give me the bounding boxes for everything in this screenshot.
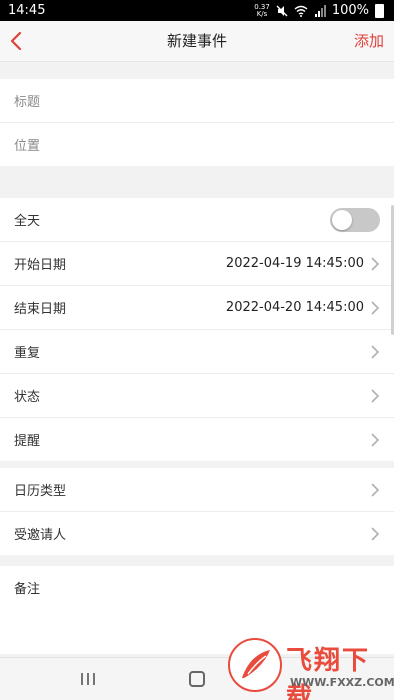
chevron-right-icon bbox=[371, 300, 380, 315]
status-label: 状态 bbox=[14, 390, 41, 405]
schedule-group: 全天 开始日期 2022-04-19 14:45:00 结束日期 2022-04… bbox=[0, 198, 394, 461]
title-field[interactable]: 标题 bbox=[0, 79, 394, 123]
start-date-value: 2022-04-19 14:45:00 bbox=[225, 256, 364, 271]
end-date-row[interactable]: 结束日期 2022-04-20 14:45:00 bbox=[0, 286, 394, 330]
add-button[interactable]: 添加 bbox=[354, 21, 384, 61]
home-icon[interactable] bbox=[189, 671, 205, 687]
chevron-right-icon bbox=[371, 344, 380, 359]
chevron-right-icon bbox=[371, 526, 380, 541]
watermark: 飞翔下载 WWW.FXXZ.COM bbox=[228, 634, 394, 700]
repeat-label: 重复 bbox=[14, 346, 41, 361]
chevron-right-icon bbox=[371, 256, 380, 271]
start-date-label: 开始日期 bbox=[14, 258, 67, 273]
status-time: 14:45 bbox=[8, 3, 46, 18]
nav-bar: 新建事件 添加 bbox=[0, 21, 394, 62]
watermark-text: 飞翔下载 bbox=[286, 646, 371, 700]
status-icons: 0.37 K/s 100% bbox=[254, 3, 384, 18]
page-title: 新建事件 bbox=[166, 32, 227, 50]
start-date-row[interactable]: 开始日期 2022-04-19 14:45:00 bbox=[0, 242, 394, 286]
invitees-row[interactable]: 受邀请人 bbox=[0, 512, 394, 555]
location-placeholder: 位置 bbox=[14, 139, 41, 154]
all-day-row: 全天 bbox=[0, 198, 394, 242]
chevron-right-icon bbox=[371, 432, 380, 447]
calendar-type-label: 日历类型 bbox=[14, 484, 67, 499]
repeat-row[interactable]: 重复 bbox=[0, 330, 394, 374]
new-event-screen: 14:45 0.37 K/s 100% 新建事件 添加 标题 位置 全天 开始日… bbox=[0, 0, 394, 700]
end-date-value: 2022-04-20 14:45:00 bbox=[225, 300, 364, 315]
all-day-label: 全天 bbox=[14, 214, 41, 229]
notes-label: 备注 bbox=[14, 582, 41, 597]
basic-info-group: 标题 位置 bbox=[0, 79, 394, 166]
mute-icon bbox=[276, 5, 288, 16]
recent-apps-icon[interactable] bbox=[79, 672, 97, 686]
status-bar: 14:45 0.37 K/s 100% bbox=[0, 0, 394, 21]
reminder-row[interactable]: 提醒 bbox=[0, 418, 394, 461]
signal-icon bbox=[314, 4, 326, 17]
chevron-right-icon bbox=[371, 482, 380, 497]
title-placeholder: 标题 bbox=[14, 95, 41, 110]
extra-group: 日历类型 受邀请人 bbox=[0, 468, 394, 555]
network-speed-unit: K/s bbox=[256, 9, 268, 18]
all-day-toggle[interactable] bbox=[330, 207, 380, 232]
battery-icon bbox=[375, 3, 384, 18]
watermark-logo-icon bbox=[228, 638, 282, 692]
battery-percent: 100% bbox=[331, 3, 369, 18]
location-field[interactable]: 位置 bbox=[0, 123, 394, 166]
toggle-knob bbox=[332, 209, 352, 230]
watermark-url: WWW.FXXZ.COM bbox=[290, 676, 394, 689]
end-date-label: 结束日期 bbox=[14, 302, 67, 317]
network-speed: 0.37 K/s bbox=[254, 3, 270, 18]
chevron-right-icon bbox=[371, 388, 380, 403]
reminder-label: 提醒 bbox=[14, 434, 41, 449]
status-row[interactable]: 状态 bbox=[0, 374, 394, 418]
wifi-icon bbox=[294, 5, 308, 17]
invitees-label: 受邀请人 bbox=[14, 528, 67, 543]
calendar-type-row[interactable]: 日历类型 bbox=[0, 468, 394, 512]
feather-icon bbox=[242, 650, 270, 678]
